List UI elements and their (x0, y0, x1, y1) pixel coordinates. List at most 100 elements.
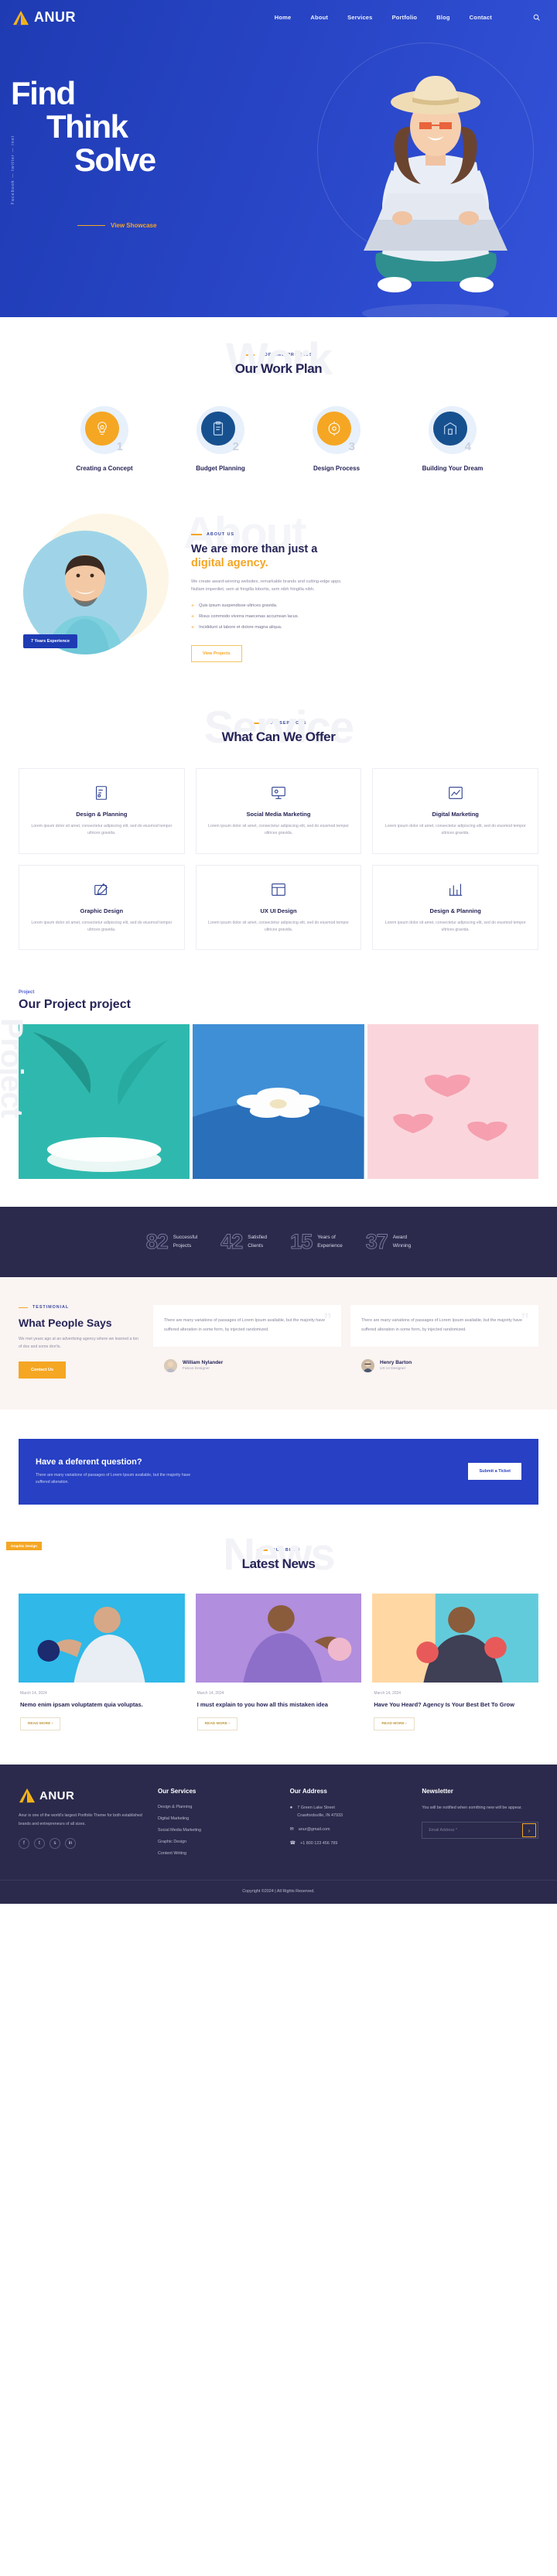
step-number: 2 (232, 440, 239, 453)
avatar (361, 1358, 374, 1372)
projects-section: Project Project Our Project project (0, 984, 557, 1180)
cta-paragraph: There are many variations of passages of… (36, 1472, 191, 1484)
about-section: 7 Years Experience About ABOUT US We are… (0, 504, 557, 701)
read-more-button[interactable]: READ MORE › (374, 1717, 415, 1731)
about-bullet-list: + Quis ipsum suspendisse ultrices gravid… (191, 603, 538, 630)
view-projects-button[interactable]: View Projects (191, 644, 242, 662)
step-ring: 3 (313, 406, 361, 454)
blog-body: March 14, 2024 Nemo enim ipsam voluptate… (19, 1683, 185, 1731)
step-ring: 2 (196, 406, 244, 454)
blog-date: March 14, 2024 (374, 1691, 402, 1696)
main-navigation: ANUR Home About Services Portfolio Blog … (0, 0, 557, 26)
nav-item-home[interactable]: Home (275, 14, 292, 21)
tag-rule (19, 1307, 28, 1308)
counter-label-line2: Experience (317, 1242, 343, 1249)
counter-label: Satisfied Clients (248, 1234, 267, 1250)
testimonial-cards: ” There are many variations of passages … (153, 1305, 538, 1378)
footer-email-text: anur@gmail.com (298, 1826, 330, 1832)
workplan-step[interactable]: 4 Building Your Dream (402, 406, 504, 472)
footer-email-row[interactable]: ✉ anur@gmail.com (290, 1826, 407, 1833)
about-bullet-text: Risus commodo viverra maecenas accumsan … (199, 614, 299, 620)
service-desc: Lorem ipsum dolor sit amet, consectetur … (31, 823, 173, 836)
newsletter-email-input[interactable] (422, 1828, 523, 1833)
service-card[interactable]: Design & Planning Lorem ipsum dolor sit … (19, 767, 185, 854)
quote-icon: ” (323, 1310, 332, 1330)
twitter-icon[interactable]: t (34, 1837, 45, 1849)
hero-cta: View Showcase (77, 222, 156, 229)
testimonial-author: William Nylander Falcon Designer (153, 1358, 341, 1372)
nav-item-contact[interactable]: Contact (470, 14, 492, 21)
service-card[interactable]: UX UI Design Lorem ipsum dolor sit amet,… (195, 864, 362, 951)
about-bullet-text: Incididunt ut labore et dolore magna ali… (199, 625, 282, 630)
projects-grid (0, 1024, 557, 1180)
nav-item-portfolio[interactable]: Portfolio (392, 14, 418, 21)
triangle-logo-icon (19, 1789, 35, 1803)
nav-item-services[interactable]: Services (347, 14, 372, 21)
about-bullet-text: Quis ipsum suspendisse ultrices gravida. (199, 603, 278, 609)
blog-card[interactable]: Marketing March 14, 2024 I must explain … (6, 1542, 362, 1731)
testimonial-card: ” There are many variations of passages … (153, 1305, 341, 1347)
brand-name: ANUR (34, 9, 76, 25)
hero-title-line3: Solve (74, 141, 156, 178)
skype-icon[interactable]: s (50, 1837, 60, 1849)
blog-thumbnail-boxer-purple (195, 1594, 362, 1683)
brand-logo[interactable]: ANUR (12, 9, 76, 26)
pen-tablet-icon (30, 880, 173, 900)
footer-phone-row[interactable]: ☎ +1 800 123 456 789 (290, 1840, 407, 1847)
linkedin-icon[interactable]: in (65, 1837, 76, 1849)
clipboard-icon (200, 411, 235, 446)
service-card[interactable]: Social Media Marketing Lorem ipsum dolor… (195, 767, 362, 854)
project-thumbnail-hearts[interactable] (367, 1024, 538, 1180)
service-card[interactable]: Digital Marketing Lorem ipsum dolor sit … (372, 767, 538, 854)
footer-service-link[interactable]: Design & Planning (158, 1805, 275, 1809)
read-more-label: READ MORE (381, 1722, 405, 1727)
step-ring: 1 (80, 406, 128, 454)
footer-section: ANUR Anur is one of the world's largest … (0, 1765, 557, 1881)
newsletter-submit-button[interactable]: › (522, 1823, 537, 1838)
footer-service-link[interactable]: Content Writing (158, 1851, 275, 1856)
counter-label-line2: Winning (392, 1242, 412, 1249)
counter-number: 82 (145, 1230, 169, 1254)
facebook-icon[interactable]: f (19, 1837, 29, 1849)
contact-us-button[interactable]: Contact Us (19, 1361, 67, 1379)
footer-newsletter-text: You will be notified when somthing new w… (422, 1806, 522, 1811)
submit-ticket-button[interactable]: Submit a Ticket (468, 1463, 521, 1481)
workplan-step[interactable]: 3 Design Process (285, 406, 388, 472)
footer-phone-text: +1 800 123 456 789 (300, 1841, 338, 1847)
newsletter-form: › (422, 1822, 539, 1840)
project-thumbnail-palm[interactable] (19, 1024, 190, 1180)
service-name: Digital Marketing (432, 810, 479, 818)
testimonial-card-wrap: ” There are many variations of passages … (153, 1305, 341, 1378)
services-section: Service OUR SERVICES What Can We Offer D… (0, 700, 557, 985)
blog-card[interactable]: Experience March 14, 2024 Nemo enim ipsa… (6, 1542, 185, 1731)
service-card[interactable]: Design & Planning Lorem ipsum dolor sit … (372, 864, 538, 951)
step-label: Creating a Concept (76, 465, 133, 472)
footer-services-heading: Our Services (158, 1788, 196, 1795)
nav-item-about[interactable]: About (310, 14, 328, 21)
blog-card[interactable]: Graphic Design March 14, 2024 Have You H… (6, 1542, 538, 1731)
testimonial-card-wrap: ” There are many variations of passages … (350, 1305, 538, 1378)
monitor-social-icon (207, 783, 350, 803)
author-name: Henry Barton (380, 1360, 412, 1366)
building-icon (432, 411, 467, 446)
project-thumbnail-flower[interactable] (193, 1024, 364, 1180)
hero-title-line1: Find (11, 75, 76, 111)
workplan-step[interactable]: 1 Creating a Concept (53, 406, 155, 472)
footer-service-link[interactable]: Graphic Design (158, 1840, 275, 1844)
blueprint-icon (30, 783, 173, 803)
footer-logo[interactable]: ANUR (19, 1788, 142, 1803)
counter-item: 42 Satisfied Clients (220, 1230, 267, 1254)
testimonial-intro: TESTIMONIAL What People Says We met year… (19, 1305, 142, 1379)
testimonial-paragraph: We met years ago at an advertising agenc… (19, 1337, 139, 1349)
view-showcase-link[interactable]: View Showcase (111, 222, 156, 229)
footer-service-link[interactable]: Digital Marketing (158, 1816, 275, 1821)
services-grid: Design & Planning Lorem ipsum dolor sit … (0, 767, 557, 951)
footer-service-link[interactable]: Social Media Marketing (158, 1828, 275, 1833)
read-more-button[interactable]: READ MORE › (20, 1717, 61, 1731)
service-card[interactable]: Graphic Design Lorem ipsum dolor sit ame… (19, 864, 185, 951)
service-name: Graphic Design (80, 907, 124, 914)
read-more-button[interactable]: READ MORE › (196, 1717, 237, 1731)
workplan-step[interactable]: 2 Budget Planning (169, 406, 272, 472)
nav-item-blog[interactable]: Blog (436, 14, 449, 21)
search-icon[interactable] (533, 14, 540, 21)
